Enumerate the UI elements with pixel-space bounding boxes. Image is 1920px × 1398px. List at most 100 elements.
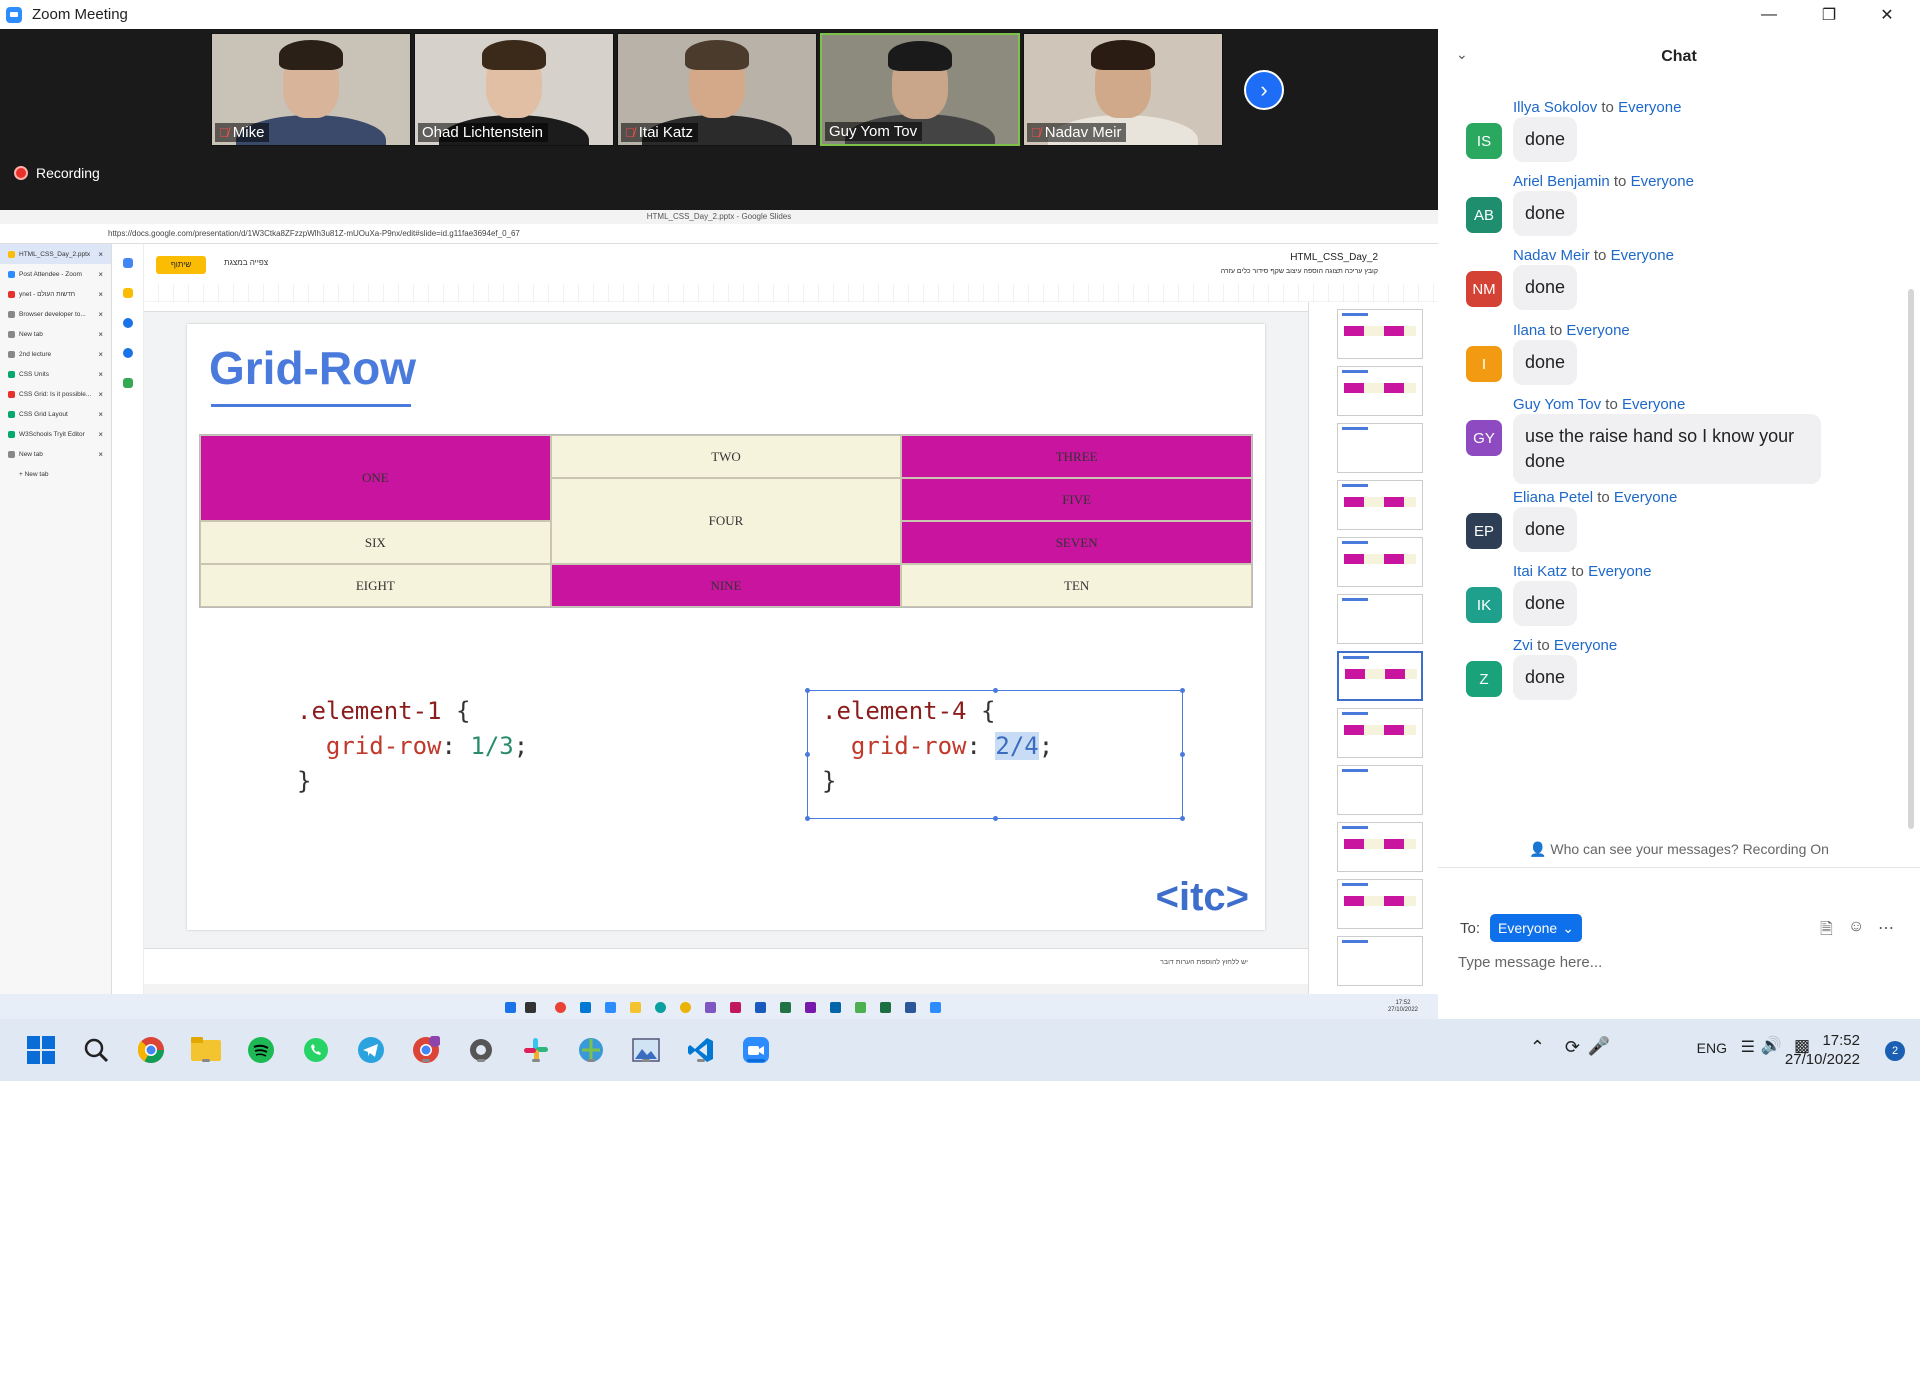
- present-button[interactable]: צפייה במצגת: [224, 258, 268, 267]
- browser-tab[interactable]: + New tab: [0, 464, 111, 484]
- slide-thumbnail[interactable]: [1337, 708, 1423, 758]
- document-name[interactable]: HTML_CSS_Day_2: [1290, 252, 1378, 263]
- sender-name[interactable]: Eliana Petel: [1513, 489, 1593, 506]
- browser-tab[interactable]: 2nd lecture ×: [0, 344, 111, 364]
- resize-handle[interactable]: [1180, 816, 1185, 821]
- sender-name[interactable]: Itai Katz: [1513, 563, 1567, 580]
- message-bubble[interactable]: done: [1513, 507, 1578, 552]
- participant-tile[interactable]: Ohad Lichtenstein: [414, 33, 614, 146]
- slide-thumbnail[interactable]: [1337, 594, 1423, 644]
- slide-thumbnail[interactable]: [1337, 309, 1423, 359]
- recipient-name[interactable]: Everyone: [1622, 396, 1685, 413]
- slide-thumbnail[interactable]: [1337, 480, 1423, 530]
- chat-scrollbar[interactable]: [1908, 289, 1914, 829]
- vscode-icon[interactable]: [685, 1034, 717, 1066]
- network-app-icon[interactable]: [575, 1034, 607, 1066]
- sender-name[interactable]: Ilana: [1513, 322, 1546, 339]
- close-tab-icon[interactable]: ×: [98, 250, 103, 259]
- recipient-name[interactable]: Everyone: [1566, 322, 1629, 339]
- zoom-icon[interactable]: [740, 1034, 772, 1066]
- close-tab-icon[interactable]: ×: [98, 270, 103, 279]
- resize-handle[interactable]: [805, 816, 810, 821]
- slide-thumbnail[interactable]: [1337, 537, 1423, 587]
- browser-tab[interactable]: ynet - חדשות העולם ×: [0, 284, 111, 304]
- recipient-name[interactable]: Everyone: [1554, 637, 1617, 654]
- recipient-name[interactable]: Everyone: [1611, 247, 1674, 264]
- taskbar-clock[interactable]: 17:52 27/10/2022: [1785, 1031, 1860, 1069]
- more-icon[interactable]: ⋯: [1878, 918, 1894, 938]
- slide-thumbnail[interactable]: [1337, 822, 1423, 872]
- slide-thumbnail[interactable]: [1337, 936, 1423, 986]
- close-tab-icon[interactable]: ×: [98, 410, 103, 419]
- slack-icon[interactable]: [520, 1034, 552, 1066]
- browser-tab[interactable]: CSS Units ×: [0, 364, 111, 384]
- participant-tile[interactable]: Guy Yom Tov: [820, 33, 1020, 146]
- browser-tab[interactable]: W3Schools Tryit Editor ×: [0, 424, 111, 444]
- recipient-dropdown[interactable]: Everyone ⌄: [1490, 914, 1582, 942]
- sender-name[interactable]: Zvi: [1513, 637, 1533, 654]
- message-bubble[interactable]: done: [1513, 655, 1578, 700]
- close-icon[interactable]: ✕: [1858, 0, 1916, 29]
- chevron-up-icon[interactable]: ⌃: [1530, 1037, 1545, 1058]
- browser-tab[interactable]: Browser developer to... ×: [0, 304, 111, 324]
- resize-handle[interactable]: [993, 816, 998, 821]
- resize-handle[interactable]: [805, 688, 810, 693]
- telegram-icon[interactable]: [355, 1034, 387, 1066]
- slide-thumbnail[interactable]: [1337, 651, 1423, 701]
- message-bubble[interactable]: use the raise hand so I know your done: [1513, 414, 1821, 484]
- whatsapp-icon[interactable]: [300, 1034, 332, 1066]
- spotify-icon[interactable]: [245, 1034, 277, 1066]
- resize-handle[interactable]: [993, 688, 998, 693]
- microphone-icon[interactable]: 🎤: [1588, 1036, 1610, 1057]
- slide-thumbnail[interactable]: [1337, 366, 1423, 416]
- message-bubble[interactable]: done: [1513, 191, 1578, 236]
- sender-name[interactable]: Illya Sokolov: [1513, 99, 1597, 116]
- browser-tab[interactable]: New tab ×: [0, 324, 111, 344]
- message-bubble[interactable]: done: [1513, 265, 1578, 310]
- participant-tile[interactable]: 🎙̸ Mike: [211, 33, 411, 146]
- close-tab-icon[interactable]: ×: [98, 330, 103, 339]
- browser-tab[interactable]: CSS Grid Layout ×: [0, 404, 111, 424]
- notification-badge[interactable]: 2: [1885, 1041, 1905, 1061]
- browser-tab[interactable]: New tab ×: [0, 444, 111, 464]
- browser-tab[interactable]: Post Attendee - Zoom ×: [0, 264, 111, 284]
- file-icon[interactable]: 🗎: [1820, 918, 1833, 945]
- windows-start-icon[interactable]: [25, 1034, 57, 1066]
- resize-handle[interactable]: [1180, 752, 1185, 757]
- chrome-profile-icon[interactable]: [410, 1034, 442, 1066]
- message-bubble[interactable]: done: [1513, 340, 1578, 385]
- close-tab-icon[interactable]: ×: [98, 370, 103, 379]
- close-tab-icon[interactable]: ×: [98, 390, 103, 399]
- volume-icon[interactable]: 🔊: [1761, 1036, 1782, 1056]
- next-participants-button[interactable]: ›: [1244, 70, 1284, 110]
- recipient-name[interactable]: Everyone: [1631, 173, 1694, 190]
- slide-thumbnail[interactable]: [1337, 879, 1423, 929]
- sync-icon[interactable]: ⟳: [1565, 1037, 1580, 1058]
- close-tab-icon[interactable]: ×: [98, 430, 103, 439]
- restore-icon[interactable]: ❐: [1800, 0, 1858, 29]
- visibility-notice[interactable]: 👤 Who can see your messages? Recording O…: [1438, 841, 1920, 858]
- slide-thumbnail[interactable]: [1337, 765, 1423, 815]
- file-explorer-icon[interactable]: [190, 1034, 222, 1066]
- close-tab-icon[interactable]: ×: [98, 350, 103, 359]
- settings-icon[interactable]: [465, 1034, 497, 1066]
- speaker-notes[interactable]: יש ללחוץ להוספת הערות דובר: [144, 948, 1308, 984]
- browser-tab[interactable]: CSS Grid: Is it possible... ×: [0, 384, 111, 404]
- chevron-down-icon[interactable]: ⌄: [1456, 46, 1468, 63]
- minimize-icon[interactable]: —: [1740, 0, 1798, 29]
- participant-tile[interactable]: 🎙̸ Nadav Meir: [1023, 33, 1223, 146]
- emoji-icon[interactable]: ☺: [1848, 918, 1864, 936]
- browser-tab[interactable]: HTML_CSS_Day_2.pptx ×: [0, 244, 111, 264]
- share-button[interactable]: שיתוף: [156, 256, 206, 274]
- sender-name[interactable]: Nadav Meir: [1513, 247, 1590, 264]
- slide-thumbnail[interactable]: [1337, 423, 1423, 473]
- menu-bar[interactable]: קובץ עריכה תצוגה הוספה עיצוב שקף סידור כ…: [1221, 268, 1378, 275]
- participant-tile[interactable]: 🎙̸ Itai Katz: [617, 33, 817, 146]
- close-tab-icon[interactable]: ×: [98, 290, 103, 299]
- chrome-icon[interactable]: [135, 1034, 167, 1066]
- message-bubble[interactable]: done: [1513, 581, 1578, 626]
- resize-handle[interactable]: [805, 752, 810, 757]
- photos-icon[interactable]: [630, 1034, 662, 1066]
- message-bubble[interactable]: done: [1513, 117, 1578, 162]
- sender-name[interactable]: Ariel Benjamin: [1513, 173, 1610, 190]
